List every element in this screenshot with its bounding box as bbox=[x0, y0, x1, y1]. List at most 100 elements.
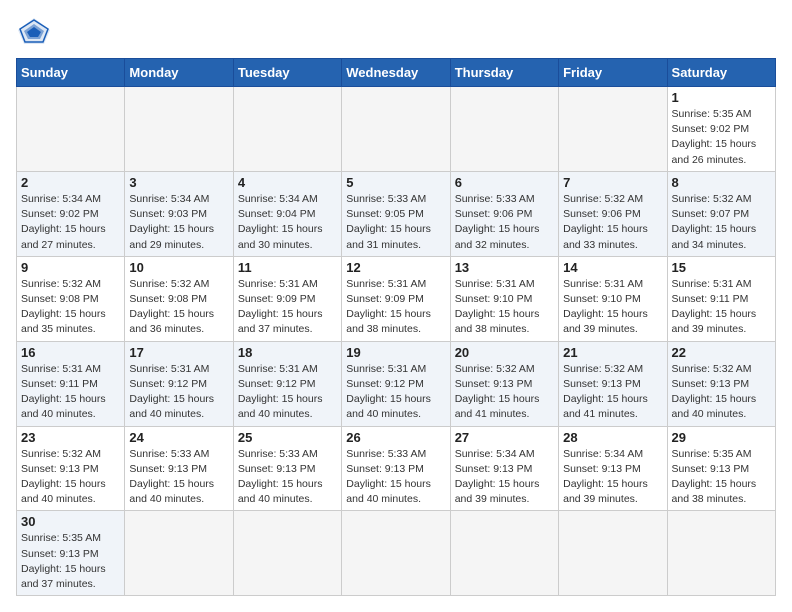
day-info: Sunrise: 5:35 AM Sunset: 9:02 PM Dayligh… bbox=[672, 107, 771, 168]
weekday-header-sunday: Sunday bbox=[17, 59, 125, 87]
day-info: Sunrise: 5:34 AM Sunset: 9:02 PM Dayligh… bbox=[21, 192, 120, 253]
calendar-cell: 21 Sunrise: 5:32 AM Sunset: 9:13 PM Dayli… bbox=[559, 341, 667, 426]
calendar-cell: 28 Sunrise: 5:34 AM Sunset: 9:13 PM Dayli… bbox=[559, 426, 667, 511]
day-number: 29 bbox=[672, 430, 771, 445]
calendar: SundayMondayTuesdayWednesdayThursdayFrid… bbox=[16, 58, 776, 596]
calendar-cell: 17 Sunrise: 5:31 AM Sunset: 9:12 PM Dayli… bbox=[125, 341, 233, 426]
day-info: Sunrise: 5:31 AM Sunset: 9:12 PM Dayligh… bbox=[238, 362, 337, 423]
calendar-cell: 19Sunrise: 5:31 AM Sunset: 9:12 PM Dayli… bbox=[342, 341, 450, 426]
week-row-1: 1 Sunrise: 5:35 AM Sunset: 9:02 PM Daylig… bbox=[17, 87, 776, 172]
calendar-cell bbox=[125, 511, 233, 596]
day-info: Sunrise: 5:34 AM Sunset: 9:13 PM Dayligh… bbox=[563, 447, 662, 508]
calendar-cell bbox=[667, 511, 775, 596]
logo bbox=[16, 16, 58, 46]
day-info: Sunrise: 5:35 AM Sunset: 9:13 PM Dayligh… bbox=[21, 531, 120, 592]
day-number: 22 bbox=[672, 345, 771, 360]
calendar-cell: 8 Sunrise: 5:32 AM Sunset: 9:07 PM Daylig… bbox=[667, 171, 775, 256]
day-number: 14 bbox=[563, 260, 662, 275]
week-row-2: 2 Sunrise: 5:34 AM Sunset: 9:02 PM Daylig… bbox=[17, 171, 776, 256]
day-number: 12 bbox=[346, 260, 445, 275]
calendar-cell: 6 Sunrise: 5:33 AM Sunset: 9:06 PM Daylig… bbox=[450, 171, 558, 256]
day-number: 6 bbox=[455, 175, 554, 190]
day-info: Sunrise: 5:32 AM Sunset: 9:13 PM Dayligh… bbox=[21, 447, 120, 508]
calendar-cell: 14 Sunrise: 5:31 AM Sunset: 9:10 PM Dayli… bbox=[559, 256, 667, 341]
day-info: Sunrise: 5:32 AM Sunset: 9:13 PM Dayligh… bbox=[455, 362, 554, 423]
day-info: Sunrise: 5:32 AM Sunset: 9:08 PM Dayligh… bbox=[21, 277, 120, 338]
day-number: 28 bbox=[563, 430, 662, 445]
weekday-header-saturday: Saturday bbox=[667, 59, 775, 87]
day-info: Sunrise: 5:32 AM Sunset: 9:07 PM Dayligh… bbox=[672, 192, 771, 253]
calendar-cell: 5 Sunrise: 5:33 AM Sunset: 9:05 PM Daylig… bbox=[342, 171, 450, 256]
day-info: Sunrise: 5:31 AM Sunset: 9:11 PM Dayligh… bbox=[21, 362, 120, 423]
day-info: Sunrise: 5:31 AM Sunset: 9:12 PM Dayligh… bbox=[346, 362, 445, 423]
day-info: Sunrise: 5:33 AM Sunset: 9:05 PM Dayligh… bbox=[346, 192, 445, 253]
day-info: Sunrise: 5:31 AM Sunset: 9:10 PM Dayligh… bbox=[455, 277, 554, 338]
day-number: 24 bbox=[129, 430, 228, 445]
calendar-cell: 12 Sunrise: 5:31 AM Sunset: 9:09 PM Dayli… bbox=[342, 256, 450, 341]
day-number: 21 bbox=[563, 345, 662, 360]
weekday-header-tuesday: Tuesday bbox=[233, 59, 341, 87]
calendar-cell bbox=[125, 87, 233, 172]
calendar-cell: 7 Sunrise: 5:32 AM Sunset: 9:06 PM Daylig… bbox=[559, 171, 667, 256]
calendar-cell: 4 Sunrise: 5:34 AM Sunset: 9:04 PM Daylig… bbox=[233, 171, 341, 256]
day-number: 1 bbox=[672, 90, 771, 105]
day-info: Sunrise: 5:31 AM Sunset: 9:09 PM Dayligh… bbox=[346, 277, 445, 338]
day-number: 30 bbox=[21, 514, 120, 529]
calendar-cell: 29 Sunrise: 5:35 AM Sunset: 9:13 PM Dayli… bbox=[667, 426, 775, 511]
calendar-cell bbox=[17, 87, 125, 172]
calendar-cell: 24Sunrise: 5:33 AM Sunset: 9:13 PM Dayli… bbox=[125, 426, 233, 511]
calendar-cell: 11 Sunrise: 5:31 AM Sunset: 9:09 PM Dayli… bbox=[233, 256, 341, 341]
calendar-cell: 1 Sunrise: 5:35 AM Sunset: 9:02 PM Daylig… bbox=[667, 87, 775, 172]
calendar-cell: 27Sunrise: 5:34 AM Sunset: 9:13 PM Dayli… bbox=[450, 426, 558, 511]
day-info: Sunrise: 5:34 AM Sunset: 9:04 PM Dayligh… bbox=[238, 192, 337, 253]
day-number: 9 bbox=[21, 260, 120, 275]
day-number: 11 bbox=[238, 260, 337, 275]
calendar-cell bbox=[342, 87, 450, 172]
day-info: Sunrise: 5:35 AM Sunset: 9:13 PM Dayligh… bbox=[672, 447, 771, 508]
calendar-cell: 15 Sunrise: 5:31 AM Sunset: 9:11 PM Dayli… bbox=[667, 256, 775, 341]
calendar-cell: 3 Sunrise: 5:34 AM Sunset: 9:03 PM Daylig… bbox=[125, 171, 233, 256]
day-number: 16 bbox=[21, 345, 120, 360]
day-number: 5 bbox=[346, 175, 445, 190]
week-row-6: 30 Sunrise: 5:35 AM Sunset: 9:13 PM Dayli… bbox=[17, 511, 776, 596]
calendar-cell: 25 Sunrise: 5:33 AM Sunset: 9:13 PM Dayli… bbox=[233, 426, 341, 511]
day-info: Sunrise: 5:32 AM Sunset: 9:13 PM Dayligh… bbox=[672, 362, 771, 423]
calendar-cell: 26Sunrise: 5:33 AM Sunset: 9:13 PM Dayli… bbox=[342, 426, 450, 511]
calendar-cell: 16 Sunrise: 5:31 AM Sunset: 9:11 PM Dayli… bbox=[17, 341, 125, 426]
day-number: 15 bbox=[672, 260, 771, 275]
calendar-cell bbox=[450, 87, 558, 172]
calendar-cell bbox=[233, 511, 341, 596]
day-number: 18 bbox=[238, 345, 337, 360]
day-number: 4 bbox=[238, 175, 337, 190]
day-info: Sunrise: 5:31 AM Sunset: 9:09 PM Dayligh… bbox=[238, 277, 337, 338]
day-info: Sunrise: 5:33 AM Sunset: 9:13 PM Dayligh… bbox=[238, 447, 337, 508]
calendar-cell: 9 Sunrise: 5:32 AM Sunset: 9:08 PM Daylig… bbox=[17, 256, 125, 341]
day-info: Sunrise: 5:34 AM Sunset: 9:13 PM Dayligh… bbox=[455, 447, 554, 508]
week-row-4: 16 Sunrise: 5:31 AM Sunset: 9:11 PM Dayli… bbox=[17, 341, 776, 426]
weekday-header-row: SundayMondayTuesdayWednesdayThursdayFrid… bbox=[17, 59, 776, 87]
calendar-cell: 22 Sunrise: 5:32 AM Sunset: 9:13 PM Dayli… bbox=[667, 341, 775, 426]
day-info: Sunrise: 5:32 AM Sunset: 9:06 PM Dayligh… bbox=[563, 192, 662, 253]
weekday-header-friday: Friday bbox=[559, 59, 667, 87]
day-info: Sunrise: 5:31 AM Sunset: 9:12 PM Dayligh… bbox=[129, 362, 228, 423]
day-info: Sunrise: 5:34 AM Sunset: 9:03 PM Dayligh… bbox=[129, 192, 228, 253]
day-info: Sunrise: 5:32 AM Sunset: 9:13 PM Dayligh… bbox=[563, 362, 662, 423]
day-number: 17 bbox=[129, 345, 228, 360]
day-info: Sunrise: 5:33 AM Sunset: 9:06 PM Dayligh… bbox=[455, 192, 554, 253]
calendar-cell: 30 Sunrise: 5:35 AM Sunset: 9:13 PM Dayli… bbox=[17, 511, 125, 596]
day-info: Sunrise: 5:31 AM Sunset: 9:11 PM Dayligh… bbox=[672, 277, 771, 338]
day-number: 25 bbox=[238, 430, 337, 445]
day-number: 3 bbox=[129, 175, 228, 190]
calendar-cell: 10Sunrise: 5:32 AM Sunset: 9:08 PM Dayli… bbox=[125, 256, 233, 341]
day-number: 20 bbox=[455, 345, 554, 360]
day-number: 2 bbox=[21, 175, 120, 190]
day-number: 8 bbox=[672, 175, 771, 190]
day-number: 7 bbox=[563, 175, 662, 190]
header bbox=[16, 16, 776, 46]
calendar-cell bbox=[559, 87, 667, 172]
calendar-cell: 18 Sunrise: 5:31 AM Sunset: 9:12 PM Dayli… bbox=[233, 341, 341, 426]
calendar-cell: 13Sunrise: 5:31 AM Sunset: 9:10 PM Dayli… bbox=[450, 256, 558, 341]
day-info: Sunrise: 5:31 AM Sunset: 9:10 PM Dayligh… bbox=[563, 277, 662, 338]
calendar-cell bbox=[559, 511, 667, 596]
day-number: 10 bbox=[129, 260, 228, 275]
